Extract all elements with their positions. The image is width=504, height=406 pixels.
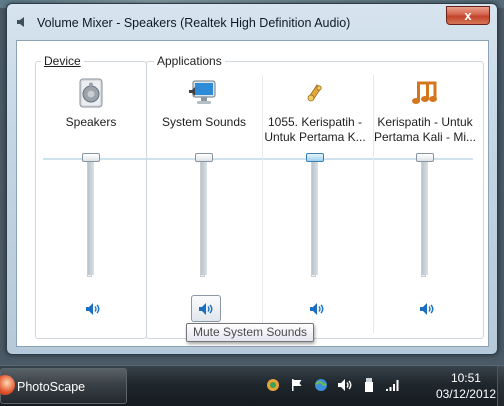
window-title: Volume Mixer - Speakers (Realtek High De… [37, 16, 351, 30]
volume-tray-icon[interactable] [336, 376, 354, 394]
volume-slider-thumb[interactable] [416, 153, 434, 162]
device-group-label: Device [41, 54, 84, 68]
taskbar: PhotoScape 10:51 03/12/2012 [0, 365, 504, 406]
taskbar-app-photoscape[interactable]: PhotoScape [0, 368, 127, 404]
volume-slider-thumb[interactable] [82, 153, 100, 162]
mixer-client-area: Device Speakers Applications System Soun… [16, 40, 489, 347]
network-globe-icon[interactable] [312, 376, 330, 394]
taskbar-clock[interactable]: 10:51 03/12/2012 [436, 370, 496, 402]
channel-media-track: 1055. Kerispatih - Untuk Pertama K... [260, 77, 370, 339]
volume-slider-level [312, 157, 318, 275]
speaker-volume-icon [199, 302, 213, 315]
channel-name: Speakers [65, 115, 117, 129]
channel-system-sounds: System Sounds [149, 77, 259, 339]
clock-time: 10:51 [450, 371, 481, 385]
volume-slider-level [88, 157, 94, 275]
system-sounds-icon[interactable] [188, 77, 220, 109]
volume-slider-level [201, 157, 207, 275]
action-center-flag-icon[interactable] [288, 376, 306, 394]
usb-device-icon[interactable] [360, 376, 378, 394]
speaker-volume-icon [420, 302, 434, 315]
close-icon: x [464, 8, 472, 23]
clock-date: 03/12/2012 [435, 387, 496, 401]
photoscape-icon [0, 375, 15, 395]
channel-speakers: Speakers [36, 77, 146, 339]
channel-name: 1055. Kerispatih - Untuk Pertama K... [264, 115, 366, 144]
taskbar-app-label: PhotoScape [17, 380, 86, 394]
mute-tooltip: Mute System Sounds [186, 323, 315, 342]
volume-mixer-window: Volume Mixer - Speakers (Realtek High De… [6, 3, 498, 355]
channel-name: Kerispatih - Untuk Pertama Kali - Mi... [373, 115, 477, 144]
speaker-volume-icon [86, 302, 100, 315]
mute-media-track-button[interactable] [302, 295, 332, 322]
volume-slider-thumb[interactable] [306, 153, 324, 162]
music-notes-icon[interactable] [409, 77, 441, 109]
volume-mixer-app-icon [16, 16, 26, 28]
show-desktop-button[interactable] [497, 366, 504, 406]
mute-speakers-button[interactable] [78, 295, 108, 322]
mute-system-sounds-button[interactable] [191, 295, 221, 322]
channel-name: System Sounds [161, 115, 247, 129]
speaker-volume-icon [310, 302, 324, 315]
media-player-icon[interactable] [299, 77, 331, 109]
applications-group-label: Applications [154, 54, 225, 68]
volume-slider-level [422, 157, 428, 275]
mute-music-app-button[interactable] [412, 295, 442, 322]
signal-bars-icon[interactable] [384, 376, 402, 394]
speaker-device-icon[interactable] [75, 77, 107, 109]
photoscape-tray-icon[interactable] [264, 376, 282, 394]
close-button[interactable]: x [446, 6, 490, 25]
volume-slider-thumb[interactable] [195, 153, 213, 162]
title-bar[interactable]: Volume Mixer - Speakers (Realtek High De… [7, 4, 497, 38]
channel-music-app: Kerispatih - Untuk Pertama Kali - Mi... [370, 77, 480, 339]
